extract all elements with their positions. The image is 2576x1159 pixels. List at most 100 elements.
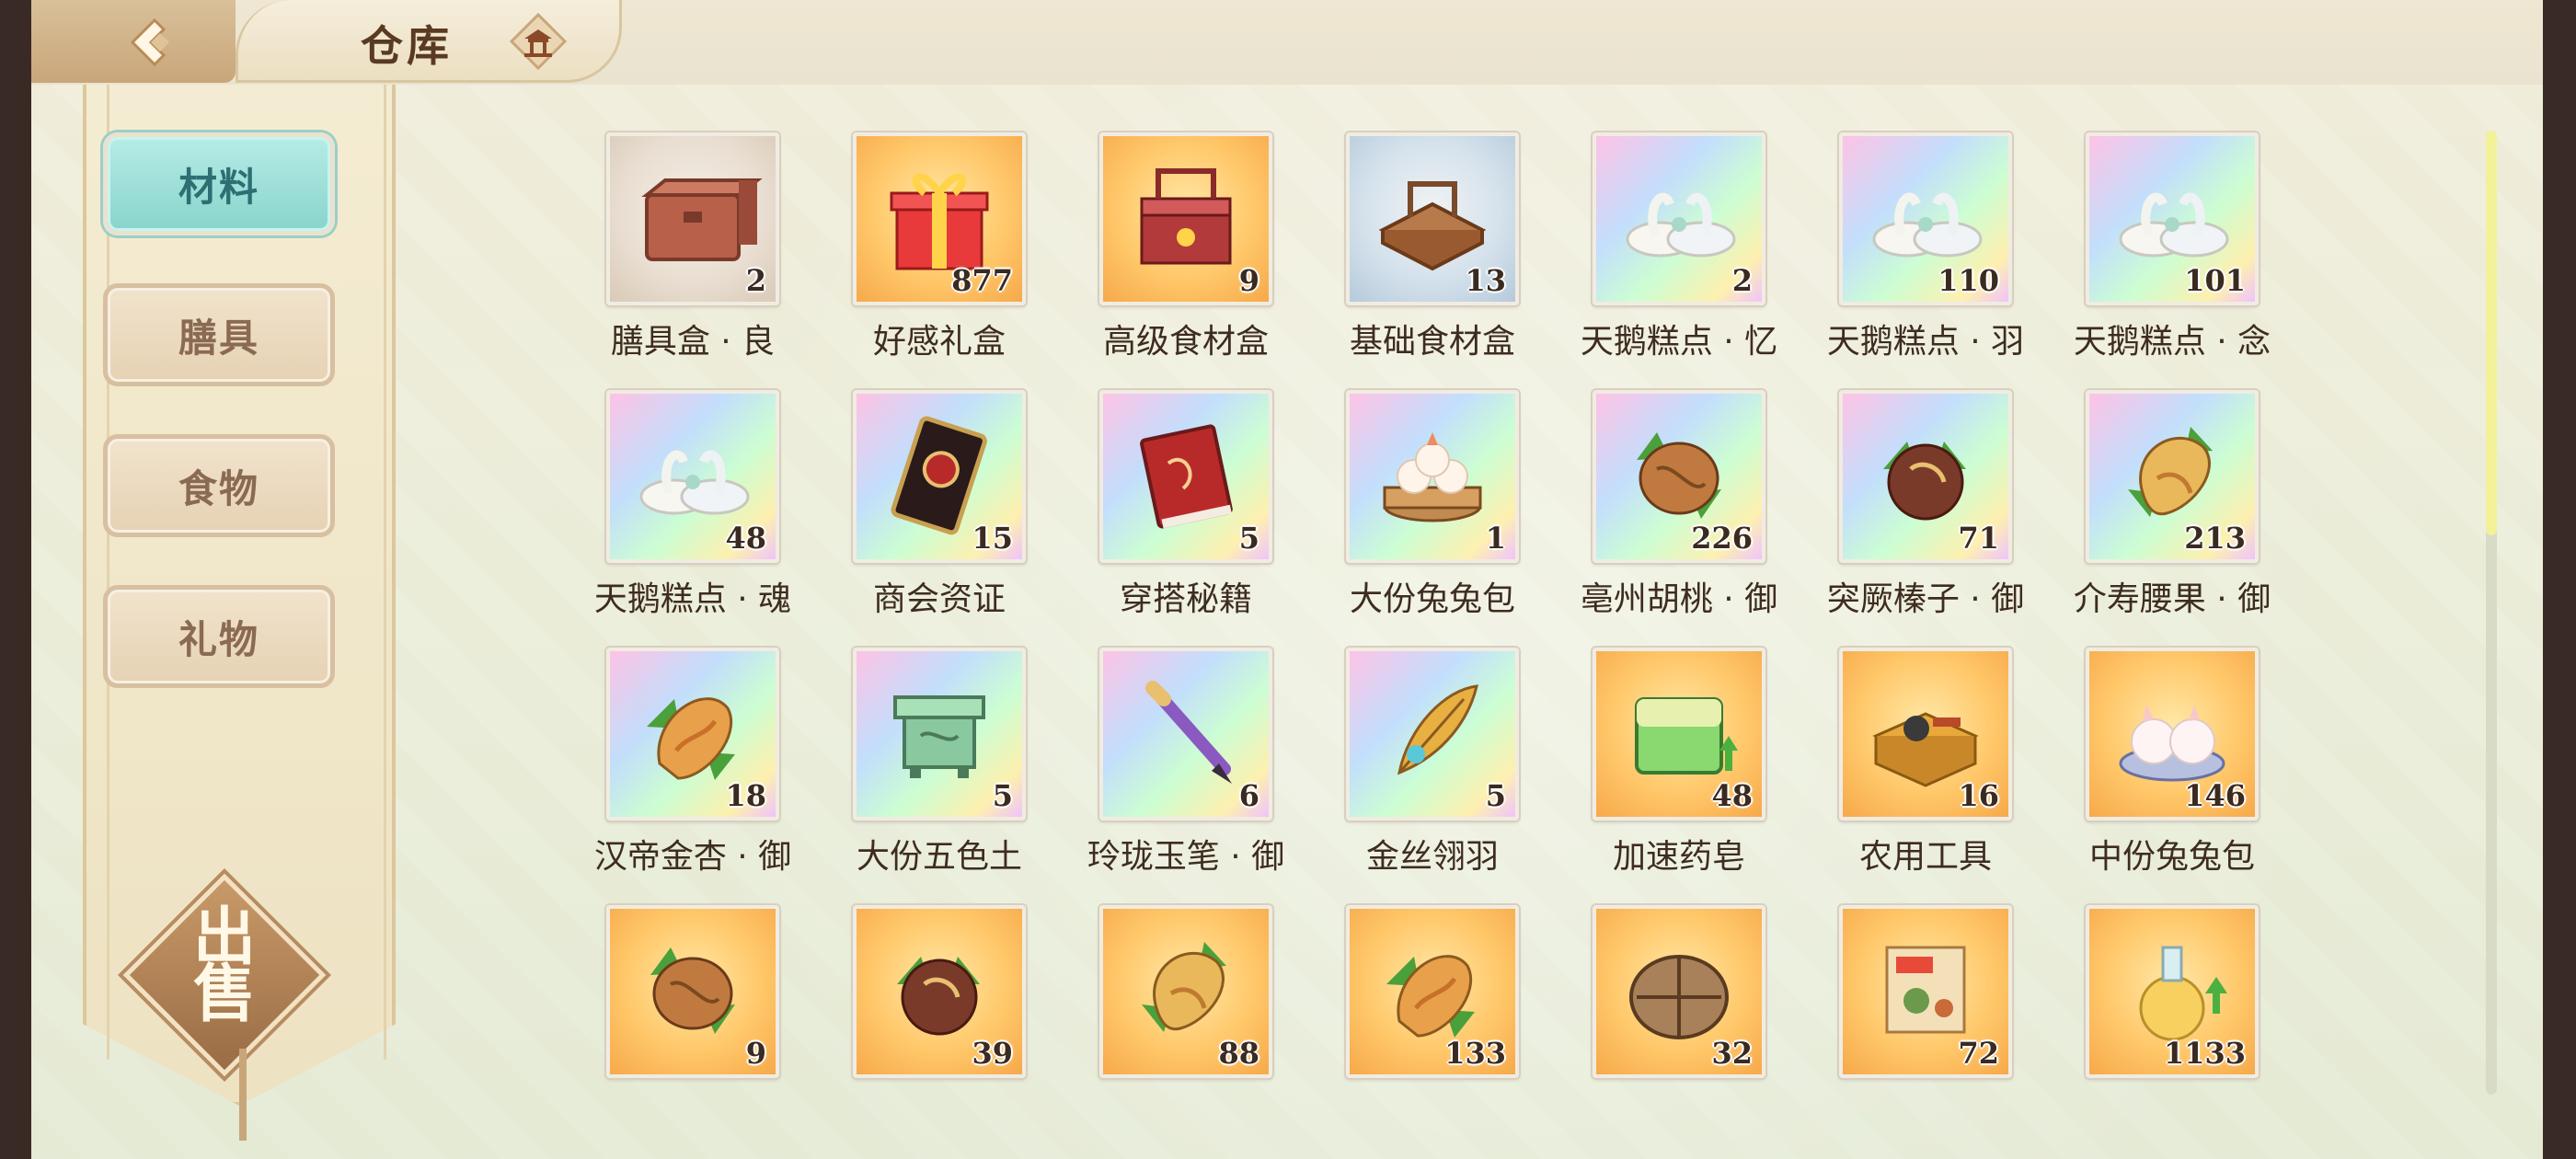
item-slot[interactable]: 877 好感礼盒 bbox=[793, 129, 1041, 377]
sell-tassel bbox=[239, 1049, 247, 1141]
item-slot[interactable]: 1 大份兔兔包 bbox=[1286, 386, 1535, 635]
item-slot[interactable]: 6 玲珑玉笔 · 御 bbox=[1040, 644, 1288, 892]
item-count: 2 bbox=[1731, 263, 1753, 298]
item-frame: 101 bbox=[2086, 132, 2259, 305]
item-count: 6 bbox=[1238, 778, 1259, 813]
item-slot[interactable]: 101 天鹅糕点 · 念 bbox=[2026, 129, 2274, 377]
item-frame: 6 bbox=[1099, 648, 1272, 820]
item-frame: 146 bbox=[2086, 648, 2259, 820]
tab-food[interactable]: 食物 bbox=[103, 434, 335, 537]
item-slot[interactable]: 71 突厥榛子 · 御 bbox=[1779, 386, 2028, 635]
item-count: 1 bbox=[1485, 521, 1506, 556]
item-count: 9 bbox=[745, 1036, 766, 1071]
item-slot[interactable]: 15 商会资证 bbox=[793, 386, 1041, 635]
item-count: 146 bbox=[2184, 778, 2246, 813]
item-slot[interactable]: 13 基础食材盒 bbox=[1286, 129, 1535, 377]
item-slot[interactable]: 9 bbox=[546, 901, 795, 1095]
item-count: 13 bbox=[1465, 263, 1506, 298]
bun-steamer-icon bbox=[1383, 432, 1482, 522]
tab-tableware[interactable]: 膳具 bbox=[103, 283, 335, 386]
home-button[interactable] bbox=[508, 11, 569, 72]
warehouse-screen: 仓库 材料 膳具 食物 礼物 出 售 2 膳具盒 · 良 877 好感礼盒 9 高级食材盒… bbox=[31, 0, 2543, 1159]
item-slot[interactable]: 18 汉帝金杏 · 御 bbox=[546, 644, 795, 892]
tab-gifts[interactable]: 礼物 bbox=[103, 585, 335, 688]
item-slot[interactable]: 2 天鹅糕点 · 忆 bbox=[1533, 129, 1781, 377]
item-frame: 877 bbox=[853, 132, 1026, 305]
item-frame: 133 bbox=[1346, 905, 1519, 1078]
item-frame: 72 bbox=[1839, 905, 2012, 1078]
item-frame: 2 bbox=[1593, 132, 1765, 305]
item-count: 2 bbox=[745, 263, 766, 298]
book-icon bbox=[1140, 424, 1233, 529]
item-count: 213 bbox=[2184, 521, 2246, 556]
item-count: 5 bbox=[1485, 778, 1506, 813]
top-bar: 仓库 bbox=[31, 0, 2543, 85]
item-frame: 5 bbox=[1346, 648, 1519, 820]
item-frame: 48 bbox=[1593, 648, 1765, 820]
item-slot[interactable]: 226 亳州胡桃 · 御 bbox=[1533, 386, 1781, 635]
feather-icon bbox=[1397, 684, 1478, 775]
item-slot[interactable]: 48 加速药皂 bbox=[1533, 644, 1781, 892]
item-slot[interactable]: 1133 bbox=[2026, 901, 2274, 1095]
item-count: 5 bbox=[992, 778, 1013, 813]
item-slot[interactable]: 5 大份五色土 bbox=[793, 644, 1041, 892]
item-grid: 2 膳具盒 · 良 877 好感礼盒 9 高级食材盒 13 基础食材盒 2 天鹅糕点 · 忆 110… bbox=[546, 129, 2386, 1095]
pavilion-home-icon bbox=[509, 12, 568, 71]
item-count: 15 bbox=[972, 521, 1013, 556]
item-count: 133 bbox=[1444, 1036, 1506, 1071]
item-slot[interactable]: 110 天鹅糕点 · 羽 bbox=[1779, 129, 2028, 377]
item-slot[interactable]: 88 bbox=[1040, 901, 1288, 1095]
item-slot[interactable]: 48 天鹅糕点 · 魂 bbox=[546, 386, 795, 635]
item-slot[interactable]: 32 bbox=[1533, 901, 1781, 1095]
item-slot[interactable]: 16 农用工具 bbox=[1779, 644, 2028, 892]
item-frame: 9 bbox=[1099, 132, 1272, 305]
item-slot[interactable]: 72 bbox=[1779, 901, 2028, 1095]
item-name: 中份兔兔包 bbox=[2088, 838, 2255, 876]
item-name: 介寿腰果 · 御 bbox=[2073, 580, 2271, 618]
item-frame: 226 bbox=[1593, 390, 1765, 563]
item-frame: 9 bbox=[606, 905, 779, 1078]
sell-button[interactable]: 出 售 bbox=[122, 873, 327, 1077]
item-slot[interactable]: 133 bbox=[1286, 901, 1535, 1095]
item-frame: 15 bbox=[853, 390, 1026, 563]
chest-icon bbox=[641, 178, 763, 261]
item-count: 18 bbox=[725, 778, 766, 813]
item-count: 9 bbox=[1238, 263, 1259, 298]
page-title: 仓库 bbox=[361, 21, 453, 71]
item-frame: 32 bbox=[1593, 905, 1765, 1078]
item-frame: 5 bbox=[853, 648, 1026, 820]
item-frame: 110 bbox=[1839, 132, 2012, 305]
item-frame: 88 bbox=[1099, 905, 1272, 1078]
item-slot[interactable]: 39 bbox=[793, 901, 1041, 1095]
item-count: 101 bbox=[2184, 263, 2246, 298]
item-frame: 1133 bbox=[2086, 905, 2259, 1078]
back-arrow-icon bbox=[130, 17, 169, 67]
scrollbar-thumb[interactable] bbox=[2486, 131, 2497, 535]
scrollbar[interactable] bbox=[2486, 131, 2497, 1095]
item-frame: 71 bbox=[1839, 390, 2012, 563]
back-button[interactable] bbox=[31, 0, 236, 83]
item-count: 877 bbox=[951, 263, 1013, 298]
item-frame: 18 bbox=[606, 648, 779, 820]
item-slot[interactable]: 213 介寿腰果 · 御 bbox=[2026, 386, 2274, 635]
item-slot[interactable]: 2 膳具盒 · 良 bbox=[546, 129, 795, 377]
item-count: 32 bbox=[1711, 1036, 1753, 1071]
item-count: 16 bbox=[1958, 778, 1999, 813]
item-frame: 5 bbox=[1099, 390, 1272, 563]
item-count: 226 bbox=[1691, 521, 1753, 556]
item-count: 1133 bbox=[2163, 1036, 2246, 1071]
item-slot[interactable]: 5 穿搭秘籍 bbox=[1040, 386, 1288, 635]
item-frame: 48 bbox=[606, 390, 779, 563]
item-frame: 16 bbox=[1839, 648, 2012, 820]
item-count: 48 bbox=[725, 521, 766, 556]
item-name: 天鹅糕点 · 念 bbox=[2073, 323, 2271, 361]
item-count: 48 bbox=[1711, 778, 1753, 813]
sell-label: 出 售 bbox=[192, 901, 256, 1031]
item-count: 5 bbox=[1238, 521, 1259, 556]
item-slot[interactable]: 146 中份兔兔包 bbox=[2026, 644, 2274, 892]
tab-materials[interactable]: 材料 bbox=[103, 132, 335, 235]
item-slot[interactable]: 5 金丝翎羽 bbox=[1286, 644, 1535, 892]
item-slot[interactable]: 9 高级食材盒 bbox=[1040, 129, 1288, 377]
item-frame: 1 bbox=[1346, 390, 1519, 563]
item-count: 72 bbox=[1958, 1036, 1999, 1071]
